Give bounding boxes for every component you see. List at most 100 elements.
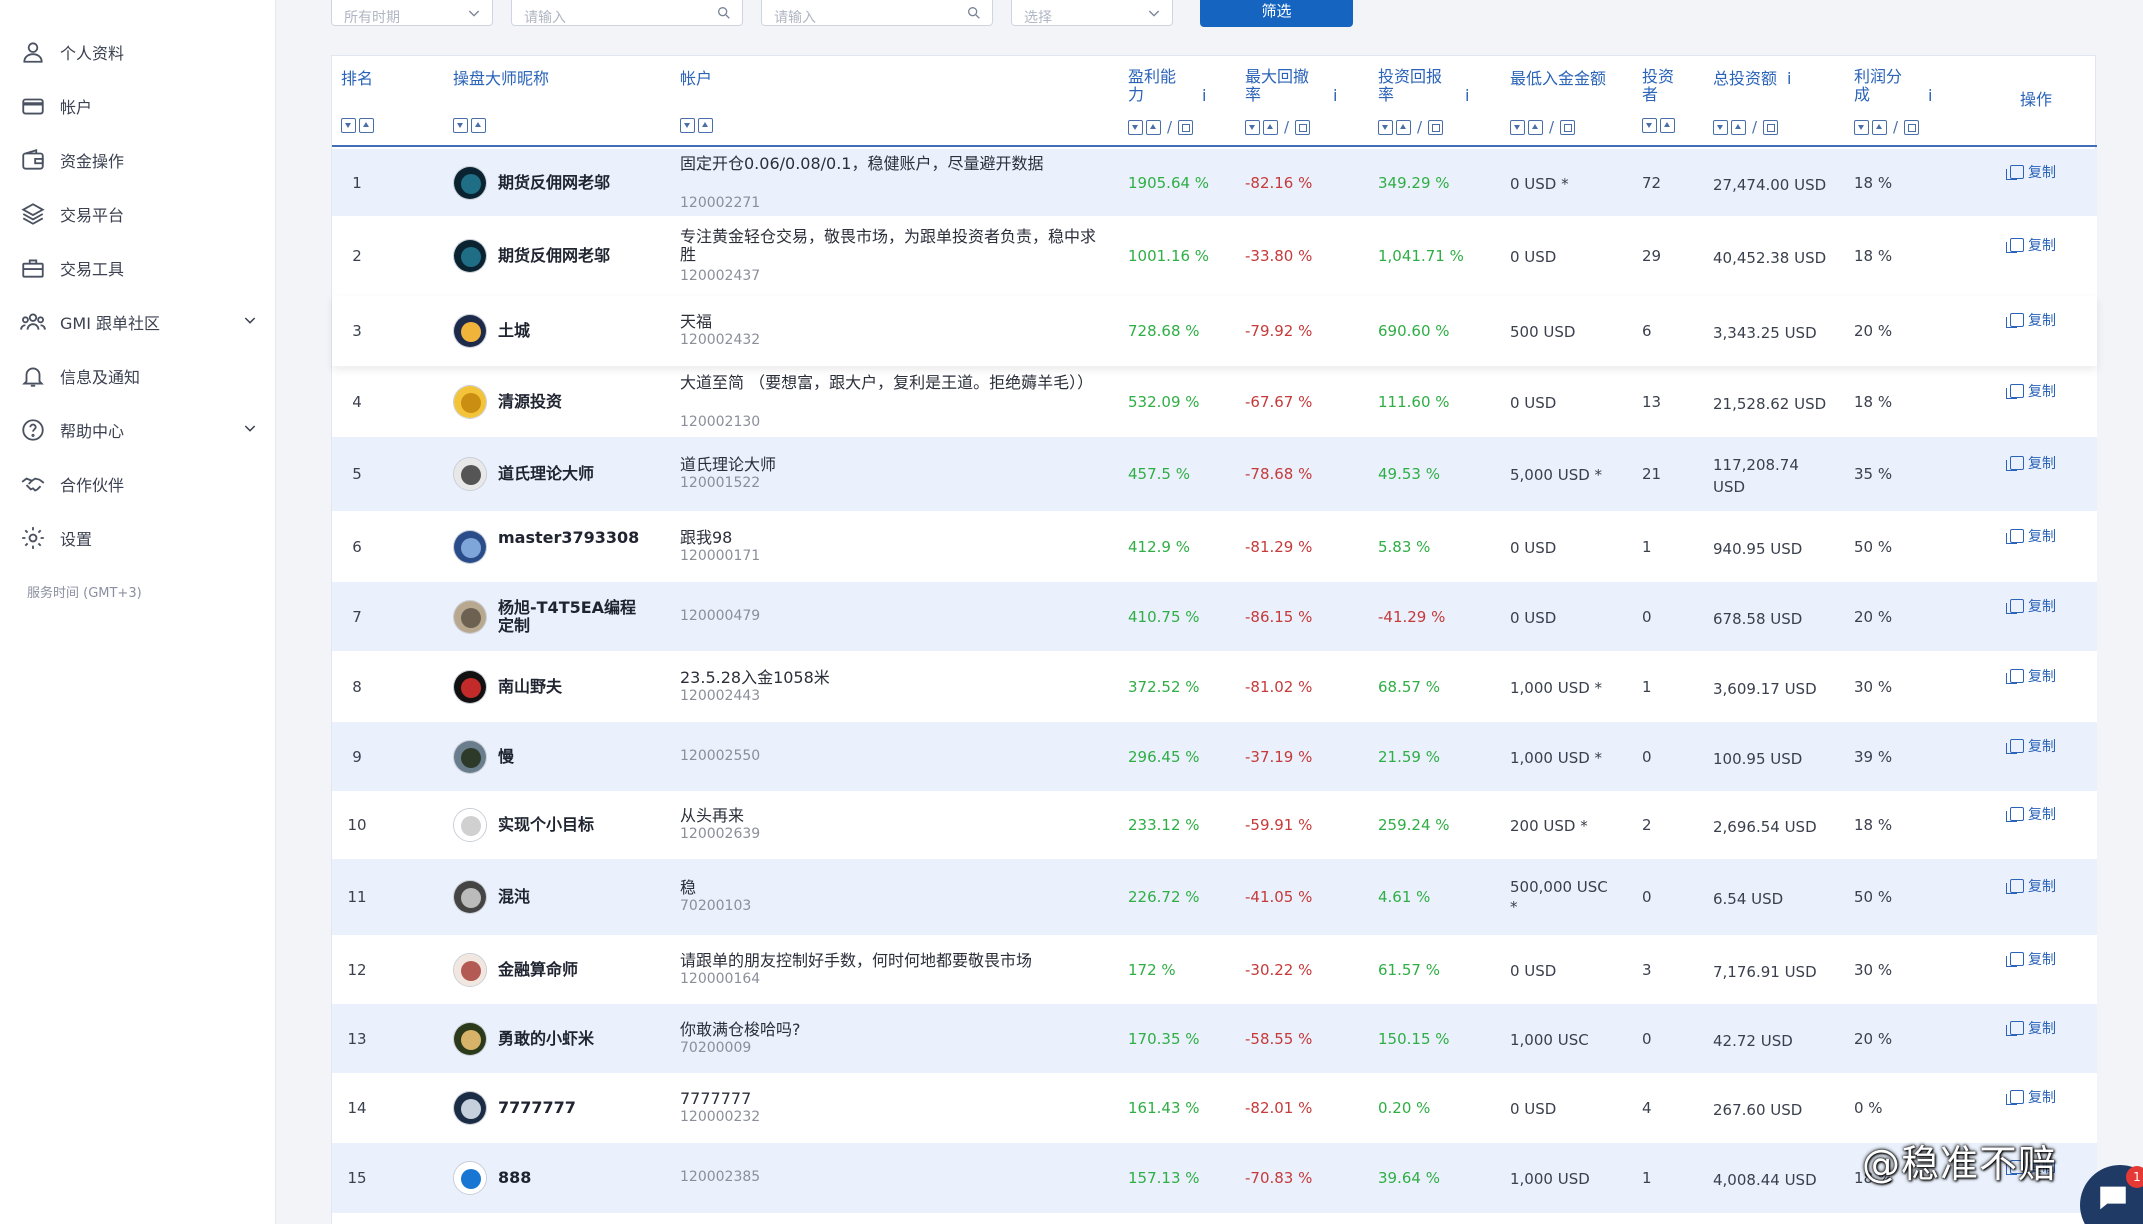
header-profitability[interactable]: 盈利能力 xyxy=(1128,68,1178,104)
master-nickname[interactable]: 金融算命师 xyxy=(498,960,648,979)
table-row[interactable]: 13 勇敢的小虾米 你敢满仓梭哈吗? 70200009 170.35 % -58.55 %… xyxy=(332,1004,2097,1073)
info-icon[interactable]: i xyxy=(1333,87,1337,105)
calendar-icon[interactable] xyxy=(1904,119,1920,135)
sidebar-item-help[interactable]: 帮助中心 xyxy=(18,410,262,450)
master-nickname[interactable]: master3793308 xyxy=(498,528,648,547)
sort-desc-icon[interactable] xyxy=(1642,118,1657,133)
info-icon[interactable]: i xyxy=(1202,87,1206,105)
avatar[interactable] xyxy=(453,952,487,987)
account-search-input[interactable]: 请输入 xyxy=(761,0,993,26)
sort-investors[interactable] xyxy=(1642,118,1675,133)
table-row[interactable]: 3 土城 天福 120002432 728.68 % -79.92 % 690.60 % 50… xyxy=(332,296,2097,366)
avatar[interactable] xyxy=(453,880,487,914)
sort-profitability[interactable]: / xyxy=(1128,118,1194,136)
calendar-icon[interactable] xyxy=(1560,119,1576,135)
sort-roi[interactable]: / xyxy=(1378,118,1444,136)
header-investors[interactable]: 投资者 xyxy=(1642,68,1676,104)
calendar-icon[interactable] xyxy=(1295,119,1311,135)
master-nickname[interactable]: 道氏理论大师 xyxy=(498,465,648,483)
avatar[interactable] xyxy=(453,739,487,774)
header-min-deposit[interactable]: 最低入金金额 xyxy=(1510,70,1606,88)
calendar-icon[interactable] xyxy=(1178,119,1194,135)
header-rank[interactable]: 排名 xyxy=(341,70,373,88)
copy-button[interactable]: 复制 xyxy=(2006,878,2070,896)
table-row[interactable]: 7 杨旭-T4T5EA编程定制 120000479 410.75 % -86.15 % -… xyxy=(332,582,2097,651)
copy-button[interactable]: 复制 xyxy=(2006,668,2070,686)
sidebar-item-settings[interactable]: 设置 xyxy=(18,518,262,558)
sort-min-deposit[interactable]: / xyxy=(1510,118,1576,136)
period-select[interactable]: 所有时期 xyxy=(331,0,493,26)
master-nickname[interactable]: 7777777 xyxy=(498,1099,648,1117)
master-nickname[interactable]: 杨旭-T4T5EA编程定制 xyxy=(498,598,648,635)
table-row[interactable]: 10 实现个小目标 从头再来 120002639 233.12 % -59.91 % 259… xyxy=(332,791,2097,859)
master-nickname[interactable]: 土城 xyxy=(498,322,648,340)
copy-button[interactable]: 复制 xyxy=(2006,951,2070,969)
avatar[interactable] xyxy=(453,529,487,564)
sidebar-item-tools[interactable]: 交易工具 xyxy=(18,248,262,288)
sidebar-item-funds[interactable]: 资金操作 xyxy=(18,140,262,180)
sort-total-invest[interactable]: / xyxy=(1713,118,1779,136)
table-row[interactable]: 9 慢 120002550 296.45 % -37.19 % 21.59 % 1,000 … xyxy=(332,722,2097,791)
sort-desc-icon[interactable] xyxy=(1854,119,1869,135)
master-nickname[interactable]: 混沌 xyxy=(498,888,648,906)
table-row[interactable]: 12 金融算命师 请跟单的朋友控制好手数，何时何地都要敬畏市场 120000164 17… xyxy=(332,935,2097,1004)
info-icon[interactable]: i xyxy=(1787,70,1791,88)
master-nickname[interactable]: 清源投资 xyxy=(498,392,648,411)
avatar[interactable] xyxy=(453,1161,487,1195)
avatar[interactable] xyxy=(453,384,487,419)
sort-desc-icon[interactable] xyxy=(1378,119,1393,135)
calendar-icon[interactable] xyxy=(1428,119,1444,135)
sort-asc-icon[interactable] xyxy=(471,118,486,133)
table-row[interactable]: 15 888 120002385 157.13 % -70.83 % 39.64 % 1,0… xyxy=(332,1143,2097,1213)
avatar[interactable] xyxy=(453,599,487,634)
master-nickname[interactable]: 实现个小目标 xyxy=(498,816,648,834)
avatar[interactable] xyxy=(453,669,487,704)
table-row[interactable]: 4 清源投资 大道至简 （要想富，跟大户，复利是王道。拒绝薅羊毛）） 12000213… xyxy=(332,366,2097,437)
copy-button[interactable]: 复制 xyxy=(2006,598,2070,616)
sort-asc-icon[interactable] xyxy=(698,118,713,133)
sidebar-item-platforms[interactable]: 交易平台 xyxy=(18,194,262,234)
table-row[interactable]: 5 道氏理论大师 道氏理论大师 120001522 457.5 % -78.68 % 49.… xyxy=(332,437,2097,511)
table-row[interactable]: 11 混沌 稳 70200103 226.72 % -41.05 % 4.61 % 500,0… xyxy=(332,859,2097,935)
sort-rank[interactable] xyxy=(341,118,374,133)
sort-asc-icon[interactable] xyxy=(1528,119,1543,135)
sidebar-item-notifications[interactable]: 信息及通知 xyxy=(18,356,262,396)
sort-asc-icon[interactable] xyxy=(1396,119,1411,135)
sort-account[interactable] xyxy=(680,118,713,133)
avatar[interactable] xyxy=(453,1091,487,1125)
sort-max-drawdown[interactable]: / xyxy=(1245,118,1311,136)
sort-desc-icon[interactable] xyxy=(453,118,468,133)
table-row[interactable]: 14 7777777 7777777 120000232 161.43 % -82.01 … xyxy=(332,1073,2097,1143)
filter-button[interactable]: 筛选 xyxy=(1200,0,1353,27)
table-row[interactable]: 6 master3793308 跟我98 120000171 412.9 % -81.29… xyxy=(332,511,2097,582)
sort-asc-icon[interactable] xyxy=(359,118,374,133)
header-profit-share[interactable]: 利润分成 xyxy=(1854,68,1906,104)
master-nickname[interactable]: 南山野夫 xyxy=(498,677,648,696)
avatar[interactable] xyxy=(453,457,487,491)
copy-button[interactable]: 复制 xyxy=(2006,237,2070,255)
chevron-down-icon[interactable] xyxy=(242,312,262,332)
calendar-icon[interactable] xyxy=(1763,119,1779,135)
sort-profit-share[interactable]: / xyxy=(1854,118,1920,136)
master-nickname[interactable]: 勇敢的小虾米 xyxy=(498,1029,648,1048)
info-icon[interactable]: i xyxy=(1465,87,1469,105)
sidebar-item-community[interactable]: GMI 跟单社区 xyxy=(18,302,262,342)
copy-button[interactable]: 复制 xyxy=(2006,164,2070,182)
sort-asc-icon[interactable] xyxy=(1146,119,1161,135)
header-nickname[interactable]: 操盘大师昵称 xyxy=(453,70,549,88)
sort-nickname[interactable] xyxy=(453,118,486,133)
copy-button[interactable]: 复制 xyxy=(2006,383,2070,401)
sort-desc-icon[interactable] xyxy=(1713,119,1728,135)
master-nickname[interactable]: 期货反佣网老邬 xyxy=(498,247,648,265)
category-select[interactable]: 选择 xyxy=(1011,0,1173,26)
avatar[interactable] xyxy=(453,165,487,200)
sort-desc-icon[interactable] xyxy=(1128,119,1143,135)
sort-desc-icon[interactable] xyxy=(341,118,356,133)
header-account[interactable]: 帐户 xyxy=(680,70,712,88)
nickname-search-input[interactable]: 请输入 xyxy=(511,0,743,26)
sort-desc-icon[interactable] xyxy=(680,118,695,133)
sidebar-item-partners[interactable]: 合作伙伴 xyxy=(18,464,262,504)
table-row[interactable]: 2 期货反佣网老邬 专注黄金轻仓交易，敬畏市场，为跟单投资者负责，稳中求胜 12000… xyxy=(332,216,2097,296)
sidebar-item-profile[interactable]: 个人资料 xyxy=(18,32,262,72)
sort-asc-icon[interactable] xyxy=(1660,118,1675,133)
